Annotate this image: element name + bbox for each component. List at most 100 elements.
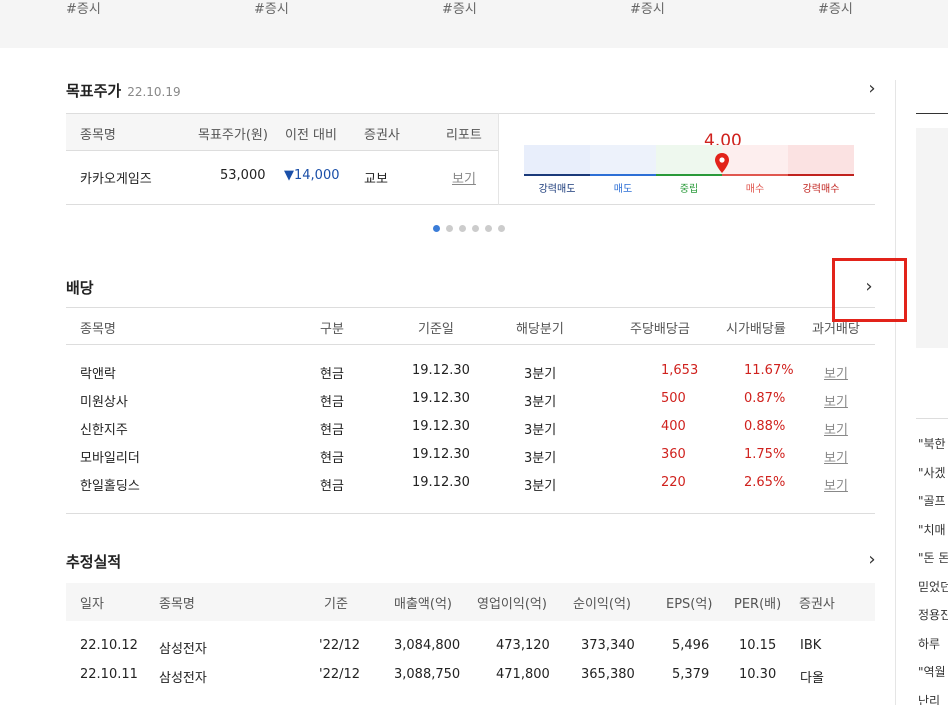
table-row: 미원상사 현금 19.12.30 3분기 500 0.87% 보기 [66,391,875,411]
estimate-eps: 5,379 [672,667,710,682]
ad-box [916,128,948,348]
dividend-type: 현금 [320,423,344,438]
dividend-name[interactable]: 신한지주 [80,419,128,438]
tag-link[interactable]: #증시 [630,0,665,17]
dividend-date: 19.12.30 [412,391,470,406]
divider [66,513,875,514]
gauge-label: 중립 [679,184,699,195]
news-item-link[interactable]: "돈 돈 [918,549,948,566]
dividend-dps: 500 [661,391,686,406]
tag-link[interactable]: #증시 [442,0,477,17]
dividend-type: 현금 [320,395,344,410]
table-row: 22.10.12 삼성전자 '22/12 3,084,800 473,120 373,34… [66,638,875,658]
estimate-basis: '22/12 [319,667,361,682]
col-header: 종목명 [159,597,195,612]
dividend-date: 19.12.30 [412,419,470,434]
estimate-name[interactable]: 삼성전자 [159,638,207,657]
dividend-name[interactable]: 한일홀딩스 [80,475,140,494]
estimate-net: 373,340 [581,638,635,653]
dividend-yield: 0.88% [744,419,786,434]
estimate-op: 473,120 [496,638,550,653]
target-price-title: 목표주가 22.10.19 [66,80,181,101]
tag-link[interactable]: #증시 [254,0,289,17]
change-value: ▼14,000 [284,168,340,183]
news-item-link[interactable]: "북한 [918,435,946,452]
gauge-line [788,174,854,176]
estimate-per: 10.30 [739,667,777,682]
news-item-link[interactable]: 난리 [918,692,940,705]
dividend-dps: 220 [661,475,686,490]
col-header: 종목명 [80,322,116,337]
past-dividend-link[interactable]: 보기 [824,419,848,438]
divider [916,418,948,419]
dividend-quarter: 3분기 [524,367,557,382]
gauge-segment [788,145,854,175]
opinion-gauge: 4.00 강력매도 매도 중립 매수 강력매수 [498,113,875,205]
estimates-more-icon[interactable]: › [862,550,882,570]
gauge-label: 강력매도 [538,184,576,195]
col-header: 구분 [320,322,344,337]
news-item-link[interactable]: "치매 [918,521,946,538]
col-header: EPS(억) [666,597,713,612]
news-item-link[interactable]: "사겠 [918,464,946,481]
dividend-name[interactable]: 모바일리더 [80,447,140,466]
table-row: 한일홀딩스 현금 19.12.30 3분기 220 2.65% 보기 [66,475,875,495]
gauge-line [524,174,590,176]
estimate-sales: 3,088,750 [394,667,461,682]
past-dividend-link[interactable]: 보기 [824,363,848,382]
gauge-segment [722,145,788,175]
past-dividend-link[interactable]: 보기 [824,475,848,494]
dividend-quarter: 3분기 [524,479,557,494]
estimate-name[interactable]: 삼성전자 [159,667,207,686]
gauge-segment [590,145,656,175]
dividend-dps: 360 [661,447,686,462]
col-header: 종목명 [80,128,116,143]
estimate-per: 10.15 [739,638,777,653]
pager-dot[interactable] [459,225,466,232]
dividend-date: 19.12.30 [412,475,470,490]
estimate-eps: 5,496 [672,638,710,653]
news-item-link[interactable]: 믿었던 [918,578,948,595]
dividend-yield: 2.65% [744,475,786,490]
news-item-link[interactable]: "역월 [918,663,946,680]
dividend-type: 현금 [320,451,344,466]
marker-pin-icon [715,153,729,173]
pager-dot[interactable] [433,225,440,232]
dividend-quarter: 3분기 [524,451,557,466]
dividend-type: 현금 [320,479,344,494]
news-item-link[interactable]: 정용진 [918,606,948,623]
estimates-header: 일자 종목명 기준 매출액(억) 영업이익(억) 순이익(억) EPS(억) P… [66,583,875,621]
gauge-segment [656,145,722,175]
gauge-label: 강력매수 [802,184,840,195]
news-item-link[interactable]: 하루 [918,635,940,652]
pager-dot[interactable] [446,225,453,232]
dividend-name[interactable]: 미원상사 [80,391,128,410]
tag-link[interactable]: #증시 [66,0,101,17]
divider [916,113,948,114]
col-header: 증권사 [364,128,400,143]
col-header: 매출액(억) [394,597,452,612]
stock-name[interactable]: 카카오게임즈 [80,168,152,187]
past-dividend-link[interactable]: 보기 [824,391,848,410]
dividend-name[interactable]: 락앤락 [80,363,116,382]
col-header: 시가배당률 [726,322,786,337]
target-price-header: 종목명 목표주가(원) 이전 대비 증권사 리포트 [66,113,498,151]
table-row: 신한지주 현금 19.12.30 3분기 400 0.88% 보기 [66,419,875,439]
estimate-broker: IBK [800,638,822,653]
estimate-net: 365,380 [581,667,635,682]
table-row: 모바일리더 현금 19.12.30 3분기 360 1.75% 보기 [66,447,875,467]
pager-dot[interactable] [472,225,479,232]
col-header: 일자 [80,597,104,612]
past-dividend-link[interactable]: 보기 [824,447,848,466]
report-link[interactable]: 보기 [452,168,476,187]
dividend-type: 현금 [320,367,344,382]
table-row: 22.10.11 삼성전자 '22/12 3,088,750 471,800 365,38… [66,667,875,687]
estimate-basis: '22/12 [319,638,361,653]
dividend-yield: 11.67% [744,363,794,378]
target-price-more-icon[interactable]: › [862,79,882,99]
news-item-link[interactable]: "골프 [918,492,946,509]
pager-dot[interactable] [498,225,505,232]
pager-dot[interactable] [485,225,492,232]
table-row: 락앤락 현금 19.12.30 3분기 1,653 11.67% 보기 [66,363,875,383]
tag-link[interactable]: #증시 [818,0,853,17]
